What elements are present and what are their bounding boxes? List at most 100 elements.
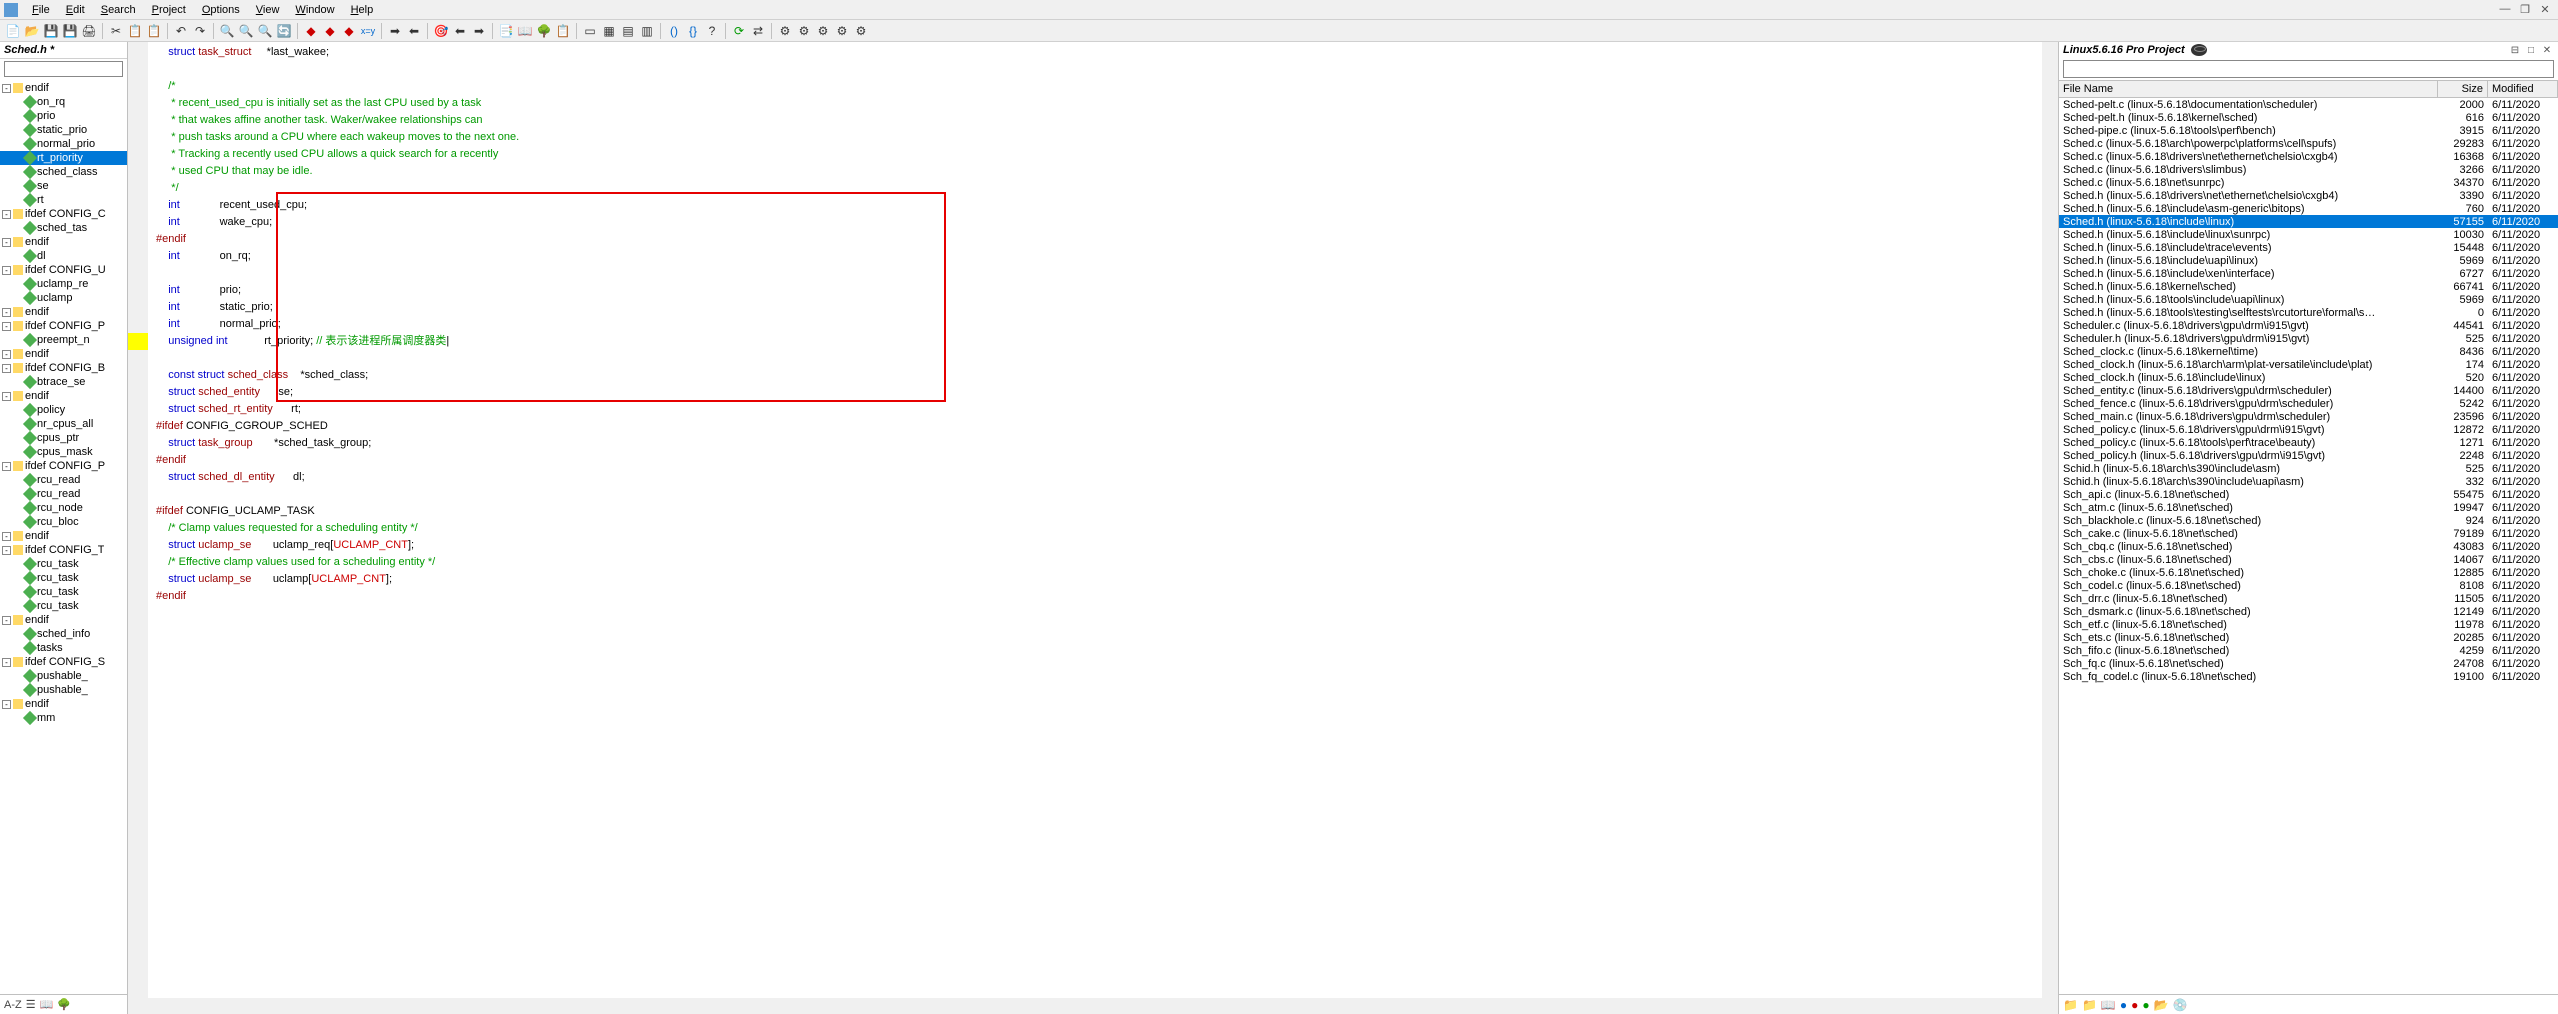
file-row[interactable]: Sch_fq.c (linux-5.6.18\net\sched)247086/… bbox=[2059, 657, 2558, 670]
tree-item[interactable]: -endif bbox=[0, 81, 127, 95]
file-row[interactable]: Schid.h (linux-5.6.18\arch\s390\include\… bbox=[2059, 475, 2558, 488]
tool1-icon[interactable]: ⚙ bbox=[776, 22, 794, 40]
tree-item[interactable]: btrace_se bbox=[0, 375, 127, 389]
footer-book-icon[interactable]: 📖 bbox=[2101, 998, 2116, 1012]
file-row[interactable]: Sched_policy.c (linux-5.6.18\drivers\gpu… bbox=[2059, 423, 2558, 436]
find-next-icon[interactable]: 🔍 bbox=[237, 22, 255, 40]
symbol-filter-input[interactable] bbox=[4, 61, 123, 77]
outdent-icon[interactable]: ⬅ bbox=[405, 22, 423, 40]
menu-search[interactable]: Search bbox=[93, 2, 144, 18]
tree-item[interactable]: rcu_task bbox=[0, 585, 127, 599]
tree-item[interactable]: on_rq bbox=[0, 95, 127, 109]
copy-icon[interactable]: 📋 bbox=[126, 22, 144, 40]
tree-item[interactable]: -endif bbox=[0, 305, 127, 319]
file-row[interactable]: Sch_blackhole.c (linux-5.6.18\net\sched)… bbox=[2059, 514, 2558, 527]
window-icon[interactable]: ▭ bbox=[581, 22, 599, 40]
tool2-icon[interactable]: ⚙ bbox=[795, 22, 813, 40]
refresh-icon[interactable]: ⟳ bbox=[730, 22, 748, 40]
menu-edit[interactable]: Edit bbox=[58, 2, 93, 18]
tree-item[interactable]: policy bbox=[0, 403, 127, 417]
tree-icon[interactable]: 🌳 bbox=[535, 22, 553, 40]
tree-item[interactable]: cpus_ptr bbox=[0, 431, 127, 445]
tree-item[interactable]: rcu_task bbox=[0, 599, 127, 613]
open-icon[interactable]: 📂 bbox=[23, 22, 41, 40]
list-icon[interactable]: ☰ bbox=[26, 998, 36, 1011]
tool4-icon[interactable]: ⚙ bbox=[833, 22, 851, 40]
col-modified[interactable]: Modified bbox=[2488, 81, 2558, 97]
tree-item[interactable]: mm bbox=[0, 711, 127, 725]
file-row[interactable]: Scheduler.c (linux-5.6.18\drivers\gpu\dr… bbox=[2059, 319, 2558, 332]
file-row[interactable]: Sch_atm.c (linux-5.6.18\net\sched)199476… bbox=[2059, 501, 2558, 514]
tree-item[interactable]: -endif bbox=[0, 697, 127, 711]
code-editor[interactable]: struct task_struct *last_wakee; /* * rec… bbox=[128, 42, 2058, 1014]
menu-view[interactable]: View bbox=[248, 2, 288, 18]
tree-item[interactable]: sched_tas bbox=[0, 221, 127, 235]
file-row[interactable]: Sched.c (linux-5.6.18\net\sunrpc)343706/… bbox=[2059, 176, 2558, 189]
help-icon[interactable]: ? bbox=[703, 22, 721, 40]
tree-item[interactable]: -endif bbox=[0, 529, 127, 543]
file-row[interactable]: Sched-pelt.h (linux-5.6.18\kernel\sched)… bbox=[2059, 111, 2558, 124]
file-row[interactable]: Sch_cbq.c (linux-5.6.18\net\sched)430836… bbox=[2059, 540, 2558, 553]
cut-icon[interactable]: ✂ bbox=[107, 22, 125, 40]
tree-item[interactable]: rcu_read bbox=[0, 487, 127, 501]
footer-remove-icon[interactable]: 📁 bbox=[2082, 998, 2097, 1012]
footer-view3-icon[interactable]: ● bbox=[2142, 998, 2149, 1012]
tree-item[interactable]: static_prio bbox=[0, 123, 127, 137]
tree-item[interactable]: -ifdef CONFIG_C bbox=[0, 207, 127, 221]
tree-item[interactable]: -ifdef CONFIG_S bbox=[0, 655, 127, 669]
file-row[interactable]: Sch_cake.c (linux-5.6.18\net\sched)79189… bbox=[2059, 527, 2558, 540]
undo-icon[interactable]: ↶ bbox=[172, 22, 190, 40]
tree-item[interactable]: -ifdef CONFIG_B bbox=[0, 361, 127, 375]
file-row[interactable]: Sched_clock.h (linux-5.6.18\arch\arm\pla… bbox=[2059, 358, 2558, 371]
paren-icon[interactable]: () bbox=[665, 22, 683, 40]
tree-item[interactable]: rcu_task bbox=[0, 557, 127, 571]
tree-item[interactable]: -endif bbox=[0, 235, 127, 249]
paste-icon[interactable]: 📋 bbox=[145, 22, 163, 40]
tree-item[interactable]: pushable_ bbox=[0, 669, 127, 683]
file-row[interactable]: Sched.h (linux-5.6.18\include\xen\interf… bbox=[2059, 267, 2558, 280]
file-row[interactable]: Sched-pelt.c (linux-5.6.18\documentation… bbox=[2059, 98, 2558, 111]
tree-item[interactable]: -ifdef CONFIG_P bbox=[0, 459, 127, 473]
editor-vscroll[interactable] bbox=[2042, 42, 2058, 1014]
file-row[interactable]: Sch_choke.c (linux-5.6.18\net\sched)1288… bbox=[2059, 566, 2558, 579]
panel-close-icon[interactable]: ✕ bbox=[2540, 45, 2554, 56]
saveall-icon[interactable]: 💾 bbox=[61, 22, 79, 40]
file-row[interactable]: Sched.h (linux-5.6.18\tools\include\uapi… bbox=[2059, 293, 2558, 306]
sort-az-icon[interactable]: A-Z bbox=[4, 999, 22, 1011]
file-row[interactable]: Sched_clock.h (linux-5.6.18\include\linu… bbox=[2059, 371, 2558, 384]
editor-hscroll[interactable] bbox=[128, 998, 2058, 1014]
tool5-icon[interactable]: ⚙ bbox=[852, 22, 870, 40]
sync-icon[interactable]: ⇄ bbox=[749, 22, 767, 40]
file-row[interactable]: Sched.h (linux-5.6.18\include\linux)5715… bbox=[2059, 215, 2558, 228]
menu-window[interactable]: Window bbox=[287, 2, 342, 18]
find-icon[interactable]: 🔍 bbox=[218, 22, 236, 40]
file-row[interactable]: Sch_drr.c (linux-5.6.18\net\sched)115056… bbox=[2059, 592, 2558, 605]
tree-icon[interactable]: 🌳 bbox=[57, 998, 71, 1011]
menu-file[interactable]: File bbox=[24, 2, 58, 18]
book-icon[interactable]: 📖 bbox=[516, 22, 534, 40]
tree-item[interactable]: uclamp bbox=[0, 291, 127, 305]
menu-project[interactable]: Project bbox=[144, 2, 194, 18]
file-row[interactable]: Sched.c (linux-5.6.18\drivers\slimbus)32… bbox=[2059, 163, 2558, 176]
find-prev-icon[interactable]: 🔍 bbox=[256, 22, 274, 40]
file-row[interactable]: Sch_dsmark.c (linux-5.6.18\net\sched)121… bbox=[2059, 605, 2558, 618]
tree-item[interactable]: -endif bbox=[0, 389, 127, 403]
panel-max-icon[interactable]: □ bbox=[2524, 45, 2538, 56]
file-row[interactable]: Sch_etf.c (linux-5.6.18\net\sched)119786… bbox=[2059, 618, 2558, 631]
file-row[interactable]: Sched_entity.c (linux-5.6.18\drivers\gpu… bbox=[2059, 384, 2558, 397]
file-row[interactable]: Sched_main.c (linux-5.6.18\drivers\gpu\d… bbox=[2059, 410, 2558, 423]
maximize-button[interactable]: ❐ bbox=[2516, 3, 2534, 16]
tree-item[interactable]: nr_cpus_all bbox=[0, 417, 127, 431]
footer-add-icon[interactable]: 📁 bbox=[2063, 998, 2078, 1012]
file-row[interactable]: Sch_api.c (linux-5.6.18\net\sched)554756… bbox=[2059, 488, 2558, 501]
tree-item[interactable]: sched_class bbox=[0, 165, 127, 179]
file-row[interactable]: Sched_clock.c (linux-5.6.18\kernel\time)… bbox=[2059, 345, 2558, 358]
file-row[interactable]: Sched.h (linux-5.6.18\include\asm-generi… bbox=[2059, 202, 2558, 215]
indent-icon[interactable]: ➡ bbox=[386, 22, 404, 40]
tile-icon[interactable]: ▦ bbox=[600, 22, 618, 40]
footer-view1-icon[interactable]: ● bbox=[2120, 998, 2127, 1012]
tree-item[interactable]: -ifdef CONFIG_T bbox=[0, 543, 127, 557]
file-row[interactable]: Sched.c (linux-5.6.18\arch\powerpc\platf… bbox=[2059, 137, 2558, 150]
file-row[interactable]: Sched.h (linux-5.6.18\tools\testing\self… bbox=[2059, 306, 2558, 319]
tree-item[interactable]: tasks bbox=[0, 641, 127, 655]
